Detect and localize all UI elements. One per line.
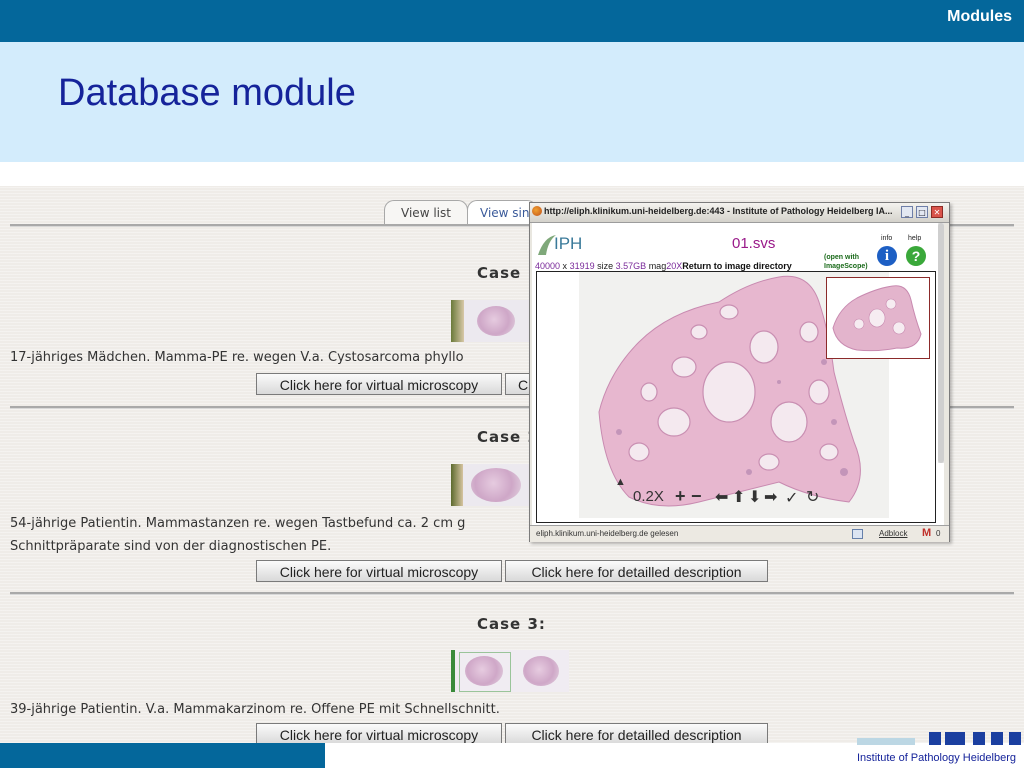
tab-view-list[interactable]: View list	[384, 200, 468, 225]
slide-viewer[interactable]: 0.2X ▲ + − ⬅ ⬆ ⬇ ➡ ✓ ↻	[536, 271, 936, 523]
popup-scrollbar[interactable]	[938, 223, 944, 463]
size-value: 3.57GB	[615, 261, 647, 271]
page-icon	[852, 529, 863, 539]
overview-thumbnail[interactable]	[826, 277, 930, 359]
case-1-virtual-microscopy-button[interactable]: Click here for virtual microscopy	[256, 373, 502, 395]
tab-view-single-label: View sin	[480, 206, 530, 220]
overview-tissue	[832, 285, 922, 352]
top-bar: Modules	[0, 0, 1024, 42]
case-1-description: 17-jähriges Mädchen. Mamma-PE re. wegen …	[10, 350, 464, 365]
popup-status-bar: eliph.klinikum.uni-heidelberg.de gelesen…	[530, 525, 949, 542]
case-2-thumbnail[interactable]	[451, 464, 529, 506]
reset-rotate-icon[interactable]: ↻	[806, 487, 819, 507]
slide-title: Database module	[58, 72, 356, 114]
mag-label: mag	[648, 261, 667, 271]
footer-bar	[0, 743, 325, 768]
viewer-popup-window[interactable]: http://eliph.klinikum.uni-heidelberg.de:…	[529, 202, 950, 542]
image-filename: 01.svs	[732, 235, 776, 252]
case-3-virtual-microscopy-button[interactable]: Click here for virtual microscopy	[256, 723, 502, 743]
zoom-in-icon[interactable]: +	[675, 486, 686, 507]
case-1-description-button[interactable]: C	[505, 373, 531, 395]
iph-logo: IPH	[536, 231, 596, 259]
popup-title: http://eliph.klinikum.uni-heidelberg.de:…	[544, 206, 893, 216]
gmail-icon[interactable]: M	[922, 527, 931, 539]
close-icon[interactable]: ✕	[931, 206, 943, 218]
adblock-link[interactable]: Adblock	[879, 529, 907, 538]
size-label: size	[597, 261, 614, 271]
maximize-icon[interactable]: □	[916, 206, 928, 218]
institute-logo-mark	[857, 732, 1021, 745]
case-2-description-line-2: Schnittpräparate sind von der diagnostis…	[10, 539, 332, 554]
popup-content: IPH 01.svs info help i ? 40000 x 31919 s…	[532, 223, 944, 525]
title-band: Database module	[0, 42, 1024, 162]
divider	[10, 592, 1014, 595]
case-3-title: Case 3:	[477, 615, 546, 633]
section-label: Modules	[947, 8, 1012, 25]
gmail-count: 0	[936, 529, 941, 538]
image-info-line: 40000 x 31919 size 3.57GB mag20XReturn t…	[535, 261, 792, 271]
info-icon[interactable]: i	[877, 246, 897, 266]
institute-logo	[857, 730, 1024, 745]
iph-logo-text: IPH	[554, 234, 583, 253]
case-2-virtual-microscopy-button[interactable]: Click here for virtual microscopy	[256, 560, 502, 582]
case-2-description: 54-jährige Patientin. Mammastanzen re. w…	[10, 516, 466, 531]
checkmark-icon[interactable]: ✓	[785, 488, 798, 508]
arrow-up-icon[interactable]: ⬆	[732, 487, 745, 507]
help-label: help	[908, 235, 922, 242]
arrow-left-icon[interactable]: ⬅	[715, 487, 728, 507]
institute-name: Institute of Pathology Heidelberg	[857, 752, 1016, 764]
status-text: eliph.klinikum.uni-heidelberg.de gelesen	[536, 529, 679, 538]
dimension-separator: x	[562, 261, 568, 271]
case-1-thumbnail[interactable]	[451, 300, 529, 342]
popup-title-bar[interactable]: http://eliph.klinikum.uni-heidelberg.de:…	[530, 203, 949, 223]
mag-value: 20X	[666, 261, 683, 271]
tab-view-list-label: View list	[401, 206, 451, 220]
return-link[interactable]: Return to image directory	[682, 261, 792, 271]
case-2-description-button[interactable]: Click here for detailled description	[505, 560, 768, 582]
case-3-description-button[interactable]: Click here for detailled description	[505, 723, 768, 743]
image-height: 31919	[569, 261, 595, 271]
triangle-up-icon[interactable]: ▲	[615, 476, 626, 488]
minimize-icon[interactable]: _	[901, 206, 913, 218]
arrow-right-icon[interactable]: ➡	[764, 487, 777, 507]
image-width: 40000	[535, 261, 561, 271]
help-icon[interactable]: ?	[906, 246, 926, 266]
arrow-down-icon[interactable]: ⬇	[748, 487, 761, 507]
imagescope-link[interactable]: ImageScope)	[824, 263, 868, 270]
zoom-out-icon[interactable]: −	[691, 486, 702, 507]
browser-icon	[532, 206, 542, 216]
zoom-level: 0.2X	[633, 488, 664, 505]
open-with-label: (open with	[824, 254, 859, 261]
case-3-thumbnail[interactable]	[451, 650, 569, 692]
info-label: info	[881, 235, 893, 242]
case-3-description: 39-jährige Patientin. V.a. Mammakarzinom…	[10, 702, 500, 717]
tab-view-single[interactable]: View sin	[467, 200, 537, 224]
